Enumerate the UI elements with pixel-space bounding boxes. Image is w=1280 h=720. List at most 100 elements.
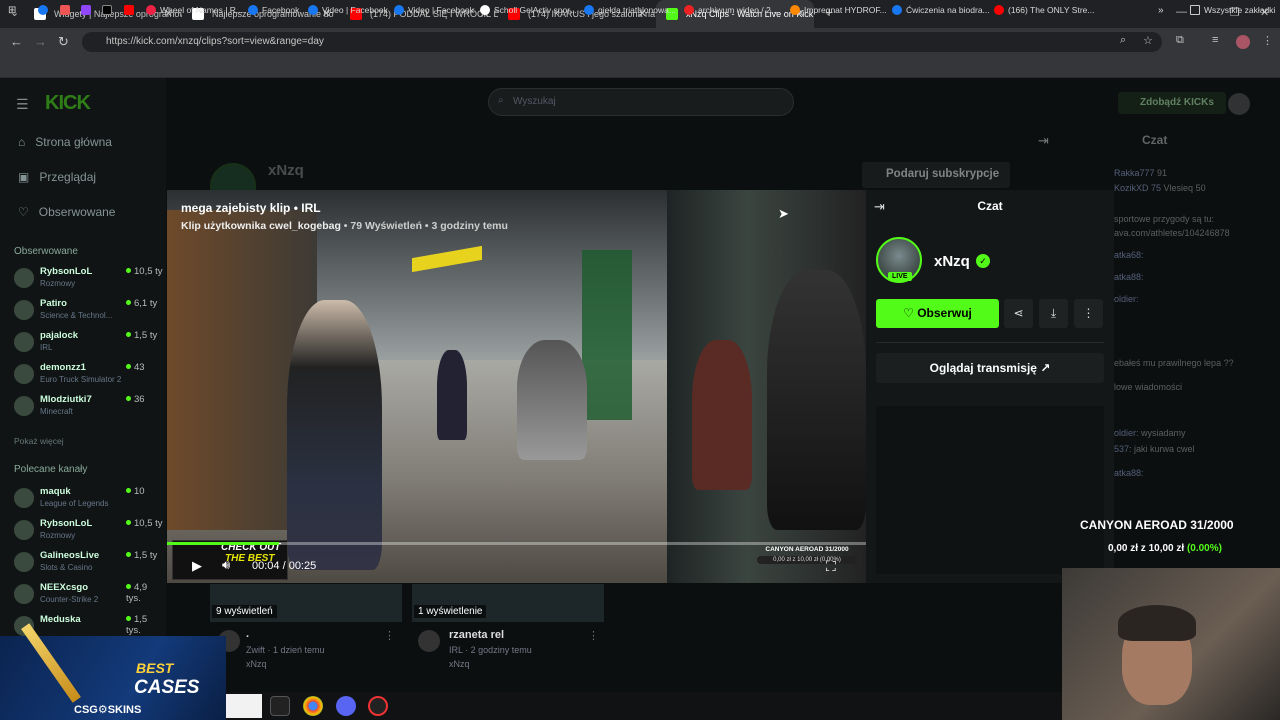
taskbar-obs-icon[interactable] — [368, 696, 388, 716]
download-icon[interactable]: ⤓ — [1039, 299, 1068, 328]
kick-logo[interactable]: KICK — [45, 92, 91, 115]
media-icon[interactable]: ≡ — [1212, 34, 1218, 46]
channel-category: Rozmowy — [40, 531, 76, 540]
hamburger-icon[interactable]: ☰ — [16, 96, 29, 113]
panel-title: Czat — [977, 199, 1003, 213]
mouse-cursor-icon: ➤ — [778, 206, 789, 221]
all-bookmarks-label: Wszystkie zakładki — [1204, 5, 1276, 15]
apps-icon[interactable]: ⊞ — [8, 5, 16, 16]
url-field[interactable]: https://kick.com/xnzq/clips?sort=view&ra… — [82, 32, 1162, 52]
bookmark-label: Scholl GelActiv spor... — [494, 5, 577, 15]
followed-heading: Obserwowane — [14, 246, 78, 257]
sidebar-nav-item[interactable]: ⌂ Strona główna — [18, 135, 112, 149]
bookmark-item[interactable]: Wheel of Names | R... — [146, 5, 243, 15]
bookmark-item[interactable]: Scholl GelActiv spor... — [480, 5, 577, 15]
channel-viewers: 1,5 ty — [126, 330, 157, 341]
bookmark-item[interactable]: Video | Facebook — [394, 5, 474, 15]
back-icon[interactable]: ← — [10, 34, 23, 49]
bookmark-item[interactable]: Impregnat HYDROF... — [790, 5, 887, 15]
star-icon[interactable]: ☆ — [1143, 34, 1153, 47]
search-icon: ⌕ — [498, 95, 504, 106]
clip-card-views-1: 9 wyświetleń — [212, 605, 277, 618]
clip-author[interactable]: Klip użytkownika cwel_kogebag — [181, 220, 341, 232]
sidebar-channel[interactable]: pajalock IRL 1,5 ty — [14, 328, 164, 356]
bookmark-favicon-icon — [248, 5, 258, 15]
clip-card-author-1[interactable]: xNzq — [246, 659, 267, 669]
volume-icon[interactable]: 🔊︎ — [222, 557, 230, 573]
channel-name[interactable]: xNzq — [934, 253, 970, 270]
menu-icon[interactable]: ⋮ — [1262, 34, 1273, 47]
taskbar-chrome-icon[interactable] — [303, 696, 323, 716]
chat-username[interactable]: oldier: — [1114, 428, 1139, 438]
ad-cases-text: CASES — [134, 677, 200, 698]
channel-viewers: 10,5 ty — [126, 518, 163, 529]
sidebar-channel[interactable]: maquk League of Legends 10 — [14, 484, 164, 512]
bookmark-item[interactable]: Ćwiczenia na biodra... — [892, 5, 990, 15]
chat-username[interactable]: atka88: — [1114, 468, 1144, 478]
sidebar-nav-item[interactable]: ♡ Obserwowane — [18, 205, 115, 219]
bookmark-item[interactable]: giełda triathlonowa... — [584, 5, 676, 15]
sidebar-nav-item[interactable]: ▣ Przeglądaj — [18, 170, 96, 184]
chat-username[interactable]: KozikXD 75 — [1114, 183, 1161, 193]
channel-name: Meduska — [40, 614, 81, 625]
sidebar-channel[interactable]: RybsonLoL Rozmowy 10,5 ty — [14, 516, 164, 544]
search-input[interactable]: ⌕ Wyszukaj — [488, 88, 794, 116]
taskbar-terminal-icon[interactable] — [270, 696, 290, 716]
bookmarks-overflow-icon[interactable]: » — [1158, 5, 1164, 16]
kicks-button[interactable]: Zdobądź KICKs — [1118, 92, 1226, 114]
chat-username[interactable]: 537: — [1114, 444, 1132, 454]
zoom-icon[interactable]: ⌕ — [1120, 34, 1126, 47]
all-bookmarks[interactable]: Wszystkie zakładki — [1190, 5, 1275, 15]
right-chat-message: 537: jaki kurwa cwel — [1114, 444, 1195, 454]
sidebar-channel[interactable]: Mlodziutki7 Minecraft 36 — [14, 392, 164, 420]
clip-card-avatar-2[interactable] — [418, 630, 440, 652]
taskbar-discord-icon[interactable] — [336, 696, 356, 716]
chat-username[interactable]: Rakka777 — [1114, 168, 1155, 178]
right-chat-message: ebałeś mu prawilnego lepa ?? — [1114, 358, 1234, 368]
show-more-link[interactable]: Pokaż więcej — [14, 436, 64, 446]
channel-name: pajalock — [40, 330, 79, 341]
sidebar-channel[interactable]: RybsonLoL Rozmowy 10,5 ty — [14, 264, 164, 292]
chat-text: ebałeś mu prawilnego lepa ?? — [1114, 358, 1234, 368]
taskbar-search-box[interactable] — [226, 694, 262, 718]
heart-icon: ♡ — [903, 306, 918, 320]
goal-progress: 0,00 zł z 10,00 zł (0.00%) — [1108, 543, 1222, 554]
clip-card-author-2[interactable]: xNzq — [449, 659, 470, 669]
clip-card-title-2[interactable]: rzaneta rel — [449, 629, 504, 641]
clip-card-title-1[interactable]: . — [246, 628, 249, 640]
sidebar: ☰ KICK ⌂ Strona główna ▣ Przeglądaj ♡ Obserwo… — [0, 78, 166, 692]
more-options-icon[interactable]: ⋮ — [1074, 299, 1103, 328]
extensions-icon[interactable]: ⧉ — [1176, 34, 1184, 47]
bookmark-label: archiwum wideo / 2... — [698, 5, 778, 15]
sidebar-channel[interactable]: GalineosLive Slots & Casino 1,5 ty — [14, 548, 164, 576]
watch-stream-button[interactable]: Oglądaj transmisję ↗ — [876, 353, 1104, 383]
chat-username[interactable]: atka68: — [1114, 250, 1144, 260]
sidebar-channel[interactable]: Patiro Science & Technol... 6,1 ty — [14, 296, 164, 324]
sidebar-channel[interactable]: NEEXcsgo Counter-Strike 2 4,9 tys. — [14, 580, 164, 608]
video-progress-bar[interactable] — [167, 542, 866, 545]
channel-avatar — [14, 268, 34, 288]
clip-card-menu-icon-2[interactable]: ⋮ — [588, 629, 599, 642]
chat-username[interactable]: atka88: — [1114, 272, 1144, 282]
gift-sub-button[interactable]: Podaruj subskrypcje — [862, 162, 1010, 188]
bookmark-favicon-icon — [394, 5, 404, 15]
follow-button[interactable]: ♡ Obserwuj — [876, 299, 999, 328]
bookmark-item[interactable]: (166) The ONLY Stre... — [994, 5, 1094, 15]
clip-video[interactable] — [167, 190, 866, 583]
share-icon[interactable]: ⋖ — [1004, 299, 1033, 328]
profile-avatar[interactable] — [1236, 35, 1250, 49]
clip-card-menu-icon-1[interactable]: ⋮ — [384, 629, 395, 642]
chat-username[interactable]: oldier: — [1114, 294, 1139, 304]
minimize-button[interactable]: — — [1176, 6, 1187, 18]
channel-avatar — [14, 552, 34, 572]
forward-icon[interactable]: → — [34, 34, 47, 49]
bookmark-item[interactable]: Facebook — [248, 5, 299, 15]
fullscreen-icon[interactable]: ⛶ — [826, 558, 836, 575]
sidebar-channel[interactable]: demonzz1 Euro Truck Simulator 2 43 — [14, 360, 164, 388]
reload-icon[interactable]: ↻ — [58, 34, 69, 50]
bookmark-item[interactable]: archiwum wideo / 2... — [684, 5, 778, 15]
right-chat-collapse-icon[interactable]: ⇥ — [1038, 133, 1049, 149]
play-icon[interactable]: ▶ — [192, 558, 202, 574]
user-avatar[interactable] — [1228, 93, 1250, 115]
bookmark-item[interactable]: Video | Facebook — [308, 5, 388, 15]
